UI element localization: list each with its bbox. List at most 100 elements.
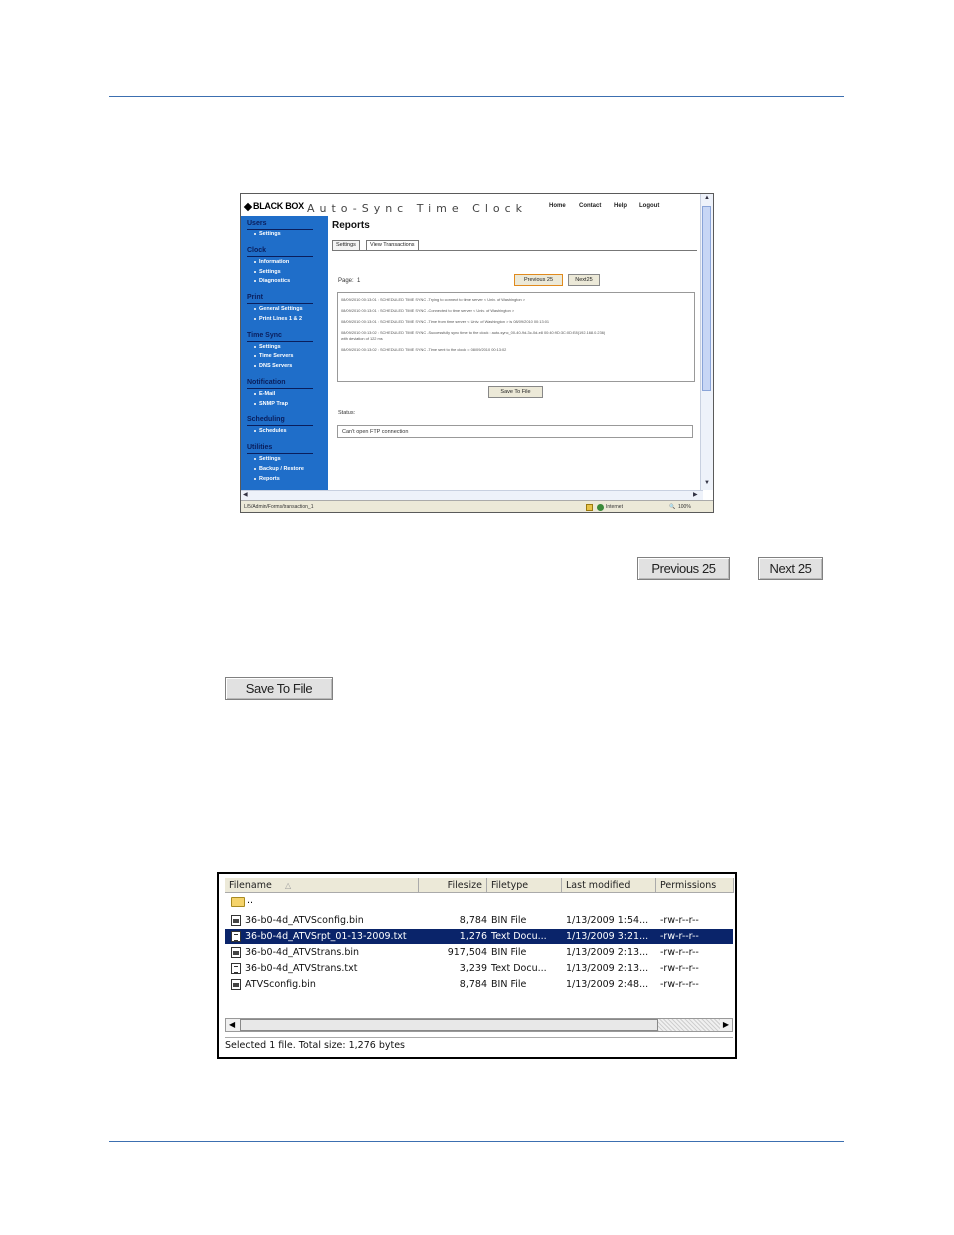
sidebar-item-print-lines[interactable]: Print Lines 1 & 2 [253,316,302,322]
vertical-scrollbar[interactable]: ▲ ▼ [700,194,713,490]
zoom-icon: 🔍 [669,504,676,510]
previous-25-button[interactable]: Previous 25 [637,557,730,580]
app-title: Auto-Sync Time Clock [307,202,528,215]
ftp-file-list-screenshot: Filename △ Filesize Filetype Last modifie… [217,872,737,1059]
text-file-icon [231,931,241,942]
cell-permissions: -rw-r--r-- [660,931,699,942]
cell-filetype: Text Docu... [491,963,547,974]
bin-file-icon [231,915,241,926]
scroll-down-icon[interactable]: ▼ [704,480,710,486]
sidebar-item-email[interactable]: E-Mail [253,391,275,397]
log-line: 08/09/2010 00:13:02 : SCHEDULED TIME SYN… [341,330,606,335]
cell-filesize: 8,784 [459,979,487,990]
nav-contact[interactable]: Contact [579,203,601,209]
text-file-icon [231,963,241,974]
scroll-right-icon[interactable]: ▶ [693,491,698,498]
column-permissions[interactable]: Permissions [656,878,734,893]
column-filename[interactable]: Filename △ [225,878,419,893]
previous-25-button[interactable]: Previous 25 [514,274,563,286]
nav-home[interactable]: Home [549,203,566,209]
folder-icon [231,897,245,907]
zone-label: Internet [606,504,623,510]
table-row[interactable]: 36-b0-4d_ATVStrans.txt 3,239 Text Docu..… [225,961,733,976]
sidebar: Users Settings Clock Information Setting… [241,216,328,490]
cell-modified: 1/13/2009 3:21... [566,931,649,942]
cell-permissions: -rw-r--r-- [660,979,699,990]
reports-screenshot: BLACK BOX Auto-Sync Time Clock Home Cont… [240,193,714,513]
zoom-level[interactable]: 100% [678,501,691,512]
page-label: Page: [338,278,354,284]
sidebar-item-dns-servers[interactable]: DNS Servers [253,363,292,369]
scroll-left-icon[interactable]: ◀ [229,1019,235,1031]
horizontal-scrollbar[interactable]: ◀ ▶ [225,1018,733,1032]
sidebar-item-clock-settings[interactable]: Settings [254,269,281,275]
nav-logout[interactable]: Logout [639,203,659,209]
cell-permissions: -rw-r--r-- [660,947,699,958]
save-to-file-button[interactable]: Save To File [225,677,333,700]
cell-filesize: 1,276 [459,931,487,942]
table-row[interactable]: 36-b0-4d_ATVSconfig.bin 8,784 BIN File 1… [225,913,733,928]
sidebar-item-information[interactable]: Information [253,259,289,265]
next-25-button[interactable]: Next 25 [758,557,823,580]
sidebar-item-time-servers[interactable]: Time Servers [253,353,293,359]
sidebar-item-reports[interactable]: Reports [254,476,280,482]
scroll-right-icon[interactable]: ▶ [723,1019,729,1031]
divider [247,388,313,389]
next-25-button[interactable]: Next25 [568,274,600,286]
cell-filename: 36-b0-4d_ATVStrans.txt [245,963,358,974]
status-field: Can't open FTP connection [337,425,693,438]
sidebar-section-print: Print [247,294,263,301]
cell-permissions: -rw-r--r-- [660,963,699,974]
app-header: BLACK BOX Auto-Sync Time Clock Home Cont… [241,194,701,216]
sidebar-section-notification: Notification [247,379,286,386]
divider [247,256,313,257]
page-number: 1 [357,278,361,284]
globe-icon [597,504,604,511]
page-title: Reports [332,220,370,231]
main-panel: Reports Settings View Transactions Page:… [328,216,701,490]
cell-modified: 1/13/2009 2:48... [566,979,649,990]
save-to-file-button[interactable]: Save To File [488,386,543,398]
column-filetype[interactable]: Filetype [487,878,562,893]
log-line: 08/09/2010 00:13:02 : SCHEDULED TIME SYN… [341,347,507,352]
sidebar-item-backup-restore[interactable]: Backup / Restore [254,466,304,472]
cell-filetype: BIN File [491,915,527,926]
horizontal-scrollbar[interactable]: ◀ ▶ [241,490,703,500]
table-row[interactable]: ATVSconfig.bin 8,784 BIN File 1/13/2009 … [225,977,733,992]
column-last-modified[interactable]: Last modified [562,878,656,893]
cell-filename: ATVSconfig.bin [245,979,316,990]
brand-logo: BLACK BOX [243,201,304,211]
cell-filename: 36-b0-4d_ATVSrpt_01-13-2009.txt [245,931,407,942]
scroll-left-icon[interactable]: ◀ [243,491,248,498]
brand-name: BLACK BOX [253,201,304,211]
parent-directory[interactable]: .. [247,893,253,908]
sidebar-item-users-settings[interactable]: Settings [254,231,281,237]
tab-view-transactions[interactable]: View Transactions [366,240,419,250]
sidebar-item-diagnostics[interactable]: Diagnostics [253,278,290,284]
divider [247,341,313,342]
scroll-thumb[interactable] [702,206,711,391]
nav-help[interactable]: Help [614,203,627,209]
scroll-up-icon[interactable]: ▲ [704,195,710,201]
scroll-track[interactable] [658,1019,720,1031]
table-row[interactable]: 36-b0-4d_ATVStrans.bin 917,504 BIN File … [225,945,733,960]
bin-file-icon [231,979,241,990]
divider [247,425,313,426]
cell-filename: 36-b0-4d_ATVStrans.bin [245,947,360,958]
table-row-selected[interactable]: 36-b0-4d_ATVSrpt_01-13-2009.txt 1,276 Te… [225,929,733,944]
sidebar-item-general-settings[interactable]: General Settings [254,306,303,312]
sidebar-item-snmp-trap[interactable]: SNMP Trap [254,401,288,407]
bin-file-icon [231,947,241,958]
log-line: with deviation of 122 ms [341,336,383,341]
log-line: 08/09/2010 00:13:01 : SCHEDULED TIME SYN… [341,297,526,302]
column-filesize[interactable]: Filesize [419,878,487,893]
scroll-thumb[interactable] [240,1019,658,1031]
cell-filesize: 8,784 [459,915,487,926]
sidebar-item-sync-settings[interactable]: Settings [254,344,281,350]
sidebar-item-schedules[interactable]: Schedules [254,428,287,434]
sidebar-section-scheduling: Scheduling [247,416,285,423]
sidebar-item-util-settings[interactable]: Settings [254,456,281,462]
log-line: 08/09/2010 00:13:01 : SCHEDULED TIME SYN… [341,319,550,324]
tab-settings[interactable]: Settings [332,240,360,250]
cell-filename: 36-b0-4d_ATVSconfig.bin [245,915,364,926]
